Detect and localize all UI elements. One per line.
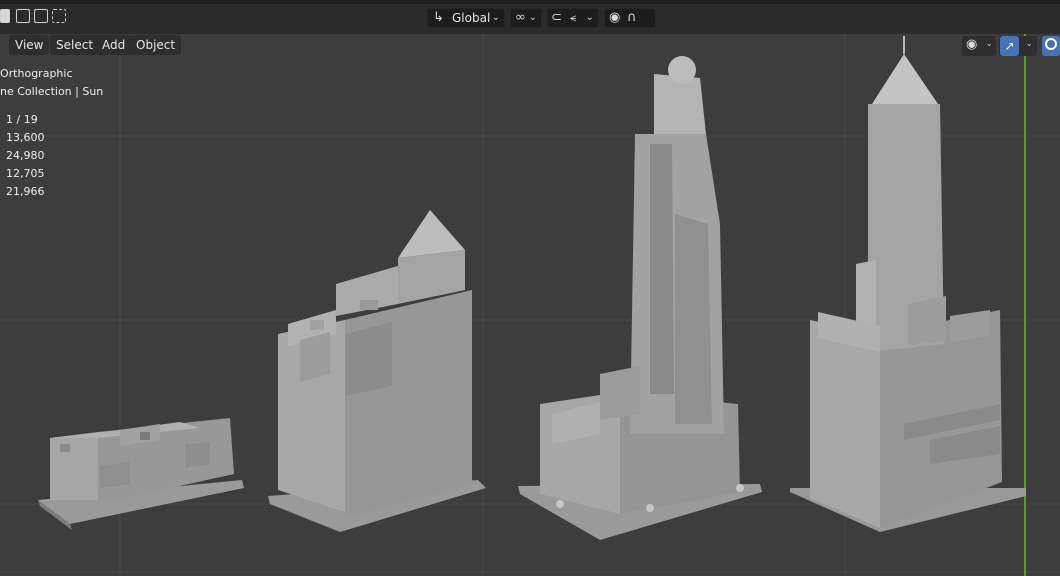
3d-viewport[interactable]: View Select Add Object Orthographic ne C… bbox=[0, 34, 1060, 576]
select-subtract-icon[interactable] bbox=[34, 9, 48, 23]
building-spire-skyscraper[interactable] bbox=[518, 56, 762, 540]
stat-edges: 24,980 bbox=[6, 149, 45, 162]
chevron-down-icon: ⌄ bbox=[1025, 39, 1033, 49]
visibility-dropdown[interactable]: ◉ ⌄ bbox=[962, 36, 996, 56]
select-intersect-icon[interactable] bbox=[52, 9, 66, 23]
menu-select[interactable]: Select bbox=[50, 35, 100, 55]
falloff-curve-icon[interactable]: ∩ bbox=[627, 9, 637, 27]
select-extend-icon[interactable] bbox=[16, 9, 30, 23]
chevron-down-icon: ⌄ bbox=[491, 12, 500, 23]
snap-increment-icon[interactable]: ⪪ bbox=[570, 9, 576, 27]
select-box-icon[interactable] bbox=[0, 9, 10, 23]
building-pyramid-top[interactable] bbox=[268, 210, 486, 532]
eye-icon: ◉ bbox=[966, 37, 978, 52]
stat-triangles: 21,966 bbox=[6, 185, 45, 198]
viewport-scene bbox=[0, 34, 1060, 576]
stat-objects: 1 / 19 bbox=[6, 113, 38, 126]
menu-object[interactable]: Object bbox=[130, 35, 182, 55]
transform-orientation-dropdown[interactable]: ↳ Global ⌄ bbox=[427, 8, 505, 28]
snap-group[interactable]: ⊂ ⪪ ⌄ bbox=[547, 8, 599, 28]
building-low-block[interactable] bbox=[38, 418, 244, 530]
top-header-bar: ↳ Global ⌄ ∞ ⌄ ⊂ ⪪ ⌄ ◉ ∩ bbox=[0, 0, 1060, 34]
transform-orientation-icon: ↳ bbox=[433, 10, 444, 25]
menu-view[interactable]: View bbox=[9, 35, 50, 55]
menu-add[interactable]: Add bbox=[96, 35, 132, 55]
snap-magnet-icon[interactable]: ⊂ bbox=[551, 9, 562, 27]
proportional-editing-icon[interactable]: ◉ bbox=[609, 9, 620, 27]
pivot-point-icon: ∞ bbox=[515, 10, 526, 25]
chevron-down-icon: ⌄ bbox=[985, 39, 993, 49]
stat-faces: 12,705 bbox=[6, 167, 45, 180]
pivot-point-dropdown[interactable]: ∞ ⌄ bbox=[510, 8, 542, 28]
collection-info: ne Collection | Sun bbox=[0, 85, 104, 98]
view-mode-label: Orthographic bbox=[0, 67, 73, 80]
header-top-strip bbox=[0, 0, 1060, 4]
stat-vertices: 13,600 bbox=[6, 131, 45, 144]
transform-orientation-label: Global bbox=[452, 11, 491, 25]
building-empire-tower[interactable] bbox=[790, 36, 1026, 532]
chevron-down-icon: ⌄ bbox=[585, 12, 594, 23]
gizmo-arrow-icon[interactable]: ↗ bbox=[1000, 36, 1019, 56]
chevron-down-icon: ⌄ bbox=[528, 12, 537, 23]
overlays-toggle[interactable] bbox=[1042, 36, 1060, 56]
gizmo-dropdown[interactable]: ↗ ⌄ bbox=[999, 36, 1037, 56]
overlays-icon bbox=[1045, 38, 1057, 50]
proportional-editing-group[interactable]: ◉ ∩ bbox=[604, 8, 656, 28]
